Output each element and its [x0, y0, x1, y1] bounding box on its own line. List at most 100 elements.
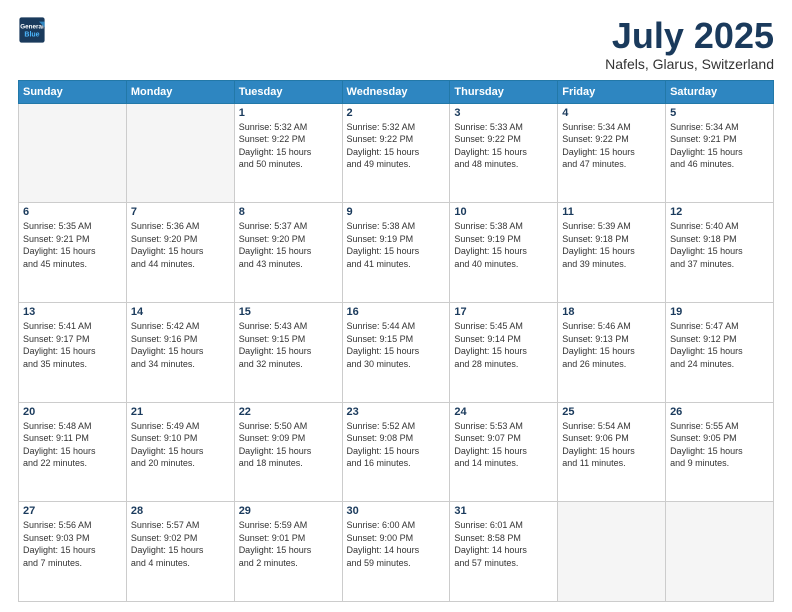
day-number: 13	[23, 306, 122, 318]
logo-icon: General Blue	[18, 16, 46, 44]
day-info: Sunrise: 5:54 AM Sunset: 9:06 PM Dayligh…	[562, 420, 661, 470]
day-number: 1	[239, 107, 338, 119]
day-number: 7	[131, 206, 230, 218]
day-info: Sunrise: 5:41 AM Sunset: 9:17 PM Dayligh…	[23, 320, 122, 370]
day-info: Sunrise: 5:40 AM Sunset: 9:18 PM Dayligh…	[670, 220, 769, 270]
calendar-cell: 9 Sunrise: 5:38 AM Sunset: 9:19 PM Daylig…	[342, 203, 450, 303]
day-info: Sunrise: 5:48 AM Sunset: 9:11 PM Dayligh…	[23, 420, 122, 470]
day-number: 11	[562, 206, 661, 218]
day-info: Sunrise: 6:00 AM Sunset: 9:00 PM Dayligh…	[347, 519, 446, 569]
day-info: Sunrise: 5:49 AM Sunset: 9:10 PM Dayligh…	[131, 420, 230, 470]
calendar-cell: 27 Sunrise: 5:56 AM Sunset: 9:03 PM Dayli…	[19, 502, 127, 602]
calendar-cell: 15Sunrise: 5:43 AM Sunset: 9:15 PM Dayli…	[234, 302, 342, 402]
day-info: Sunrise: 6:01 AM Sunset: 8:58 PM Dayligh…	[454, 519, 553, 569]
calendar-cell: 26 Sunrise: 5:55 AM Sunset: 9:05 PM Dayli…	[666, 402, 774, 502]
day-info: Sunrise: 5:50 AM Sunset: 9:09 PM Dayligh…	[239, 420, 338, 470]
title-block: July 2025 Nafels, Glarus, Switzerland	[605, 16, 774, 72]
calendar-cell: 7Sunrise: 5:36 AM Sunset: 9:20 PM Daylig…	[126, 203, 234, 303]
day-info: Sunrise: 5:39 AM Sunset: 9:18 PM Dayligh…	[562, 220, 661, 270]
header: General Blue July 2025 Nafels, Glarus, S…	[18, 16, 774, 72]
calendar-cell: 12 Sunrise: 5:40 AM Sunset: 9:18 PM Dayli…	[666, 203, 774, 303]
day-number: 28	[131, 505, 230, 517]
day-number: 30	[347, 505, 446, 517]
calendar-header-tuesday: Tuesday	[234, 80, 342, 103]
calendar-cell: 1 Sunrise: 5:32 AM Sunset: 9:22 PM Daylig…	[234, 103, 342, 203]
calendar-cell: 31Sunrise: 6:01 AM Sunset: 8:58 PM Dayli…	[450, 502, 558, 602]
location: Nafels, Glarus, Switzerland	[605, 56, 774, 72]
day-number: 2	[347, 107, 446, 119]
calendar-cell: 3 Sunrise: 5:33 AM Sunset: 9:22 PM Daylig…	[450, 103, 558, 203]
calendar-cell: 10 Sunrise: 5:38 AM Sunset: 9:19 PM Dayli…	[450, 203, 558, 303]
calendar-cell: 19 Sunrise: 5:47 AM Sunset: 9:12 PM Dayli…	[666, 302, 774, 402]
day-number: 3	[454, 107, 553, 119]
day-number: 8	[239, 206, 338, 218]
calendar-cell	[666, 502, 774, 602]
calendar-cell: 5 Sunrise: 5:34 AM Sunset: 9:21 PM Daylig…	[666, 103, 774, 203]
day-number: 21	[131, 406, 230, 418]
day-info: Sunrise: 5:59 AM Sunset: 9:01 PM Dayligh…	[239, 519, 338, 569]
day-number: 10	[454, 206, 553, 218]
day-info: Sunrise: 5:37 AM Sunset: 9:20 PM Dayligh…	[239, 220, 338, 270]
calendar-cell: 4Sunrise: 5:34 AM Sunset: 9:22 PM Daylig…	[558, 103, 666, 203]
calendar-cell: 23Sunrise: 5:52 AM Sunset: 9:08 PM Dayli…	[342, 402, 450, 502]
day-info: Sunrise: 5:38 AM Sunset: 9:19 PM Dayligh…	[454, 220, 553, 270]
calendar-header-saturday: Saturday	[666, 80, 774, 103]
calendar-cell: 2 Sunrise: 5:32 AM Sunset: 9:22 PM Daylig…	[342, 103, 450, 203]
svg-text:General: General	[20, 24, 44, 31]
day-info: Sunrise: 5:38 AM Sunset: 9:19 PM Dayligh…	[347, 220, 446, 270]
calendar-cell: 29 Sunrise: 5:59 AM Sunset: 9:01 PM Dayli…	[234, 502, 342, 602]
day-number: 16	[347, 306, 446, 318]
calendar-cell: 18Sunrise: 5:46 AM Sunset: 9:13 PM Dayli…	[558, 302, 666, 402]
calendar-header-sunday: Sunday	[19, 80, 127, 103]
day-info: Sunrise: 5:56 AM Sunset: 9:03 PM Dayligh…	[23, 519, 122, 569]
calendar-cell	[558, 502, 666, 602]
calendar-cell: 6Sunrise: 5:35 AM Sunset: 9:21 PM Daylig…	[19, 203, 127, 303]
day-number: 22	[239, 406, 338, 418]
calendar-header-friday: Friday	[558, 80, 666, 103]
calendar-header-monday: Monday	[126, 80, 234, 103]
day-number: 24	[454, 406, 553, 418]
calendar-cell: 20Sunrise: 5:48 AM Sunset: 9:11 PM Dayli…	[19, 402, 127, 502]
day-number: 19	[670, 306, 769, 318]
calendar-cell: 11 Sunrise: 5:39 AM Sunset: 9:18 PM Dayli…	[558, 203, 666, 303]
day-number: 5	[670, 107, 769, 119]
day-number: 6	[23, 206, 122, 218]
day-info: Sunrise: 5:32 AM Sunset: 9:22 PM Dayligh…	[347, 121, 446, 171]
calendar-cell: 28 Sunrise: 5:57 AM Sunset: 9:02 PM Dayli…	[126, 502, 234, 602]
day-number: 4	[562, 107, 661, 119]
day-number: 29	[239, 505, 338, 517]
calendar-cell	[126, 103, 234, 203]
day-info: Sunrise: 5:32 AM Sunset: 9:22 PM Dayligh…	[239, 121, 338, 171]
day-info: Sunrise: 5:44 AM Sunset: 9:15 PM Dayligh…	[347, 320, 446, 370]
day-number: 14	[131, 306, 230, 318]
calendar-cell: 21 Sunrise: 5:49 AM Sunset: 9:10 PM Dayli…	[126, 402, 234, 502]
day-info: Sunrise: 5:47 AM Sunset: 9:12 PM Dayligh…	[670, 320, 769, 370]
calendar-cell: 8 Sunrise: 5:37 AM Sunset: 9:20 PM Daylig…	[234, 203, 342, 303]
calendar-header-row: SundayMondayTuesdayWednesdayThursdayFrid…	[19, 80, 774, 103]
day-number: 17	[454, 306, 553, 318]
day-info: Sunrise: 5:55 AM Sunset: 9:05 PM Dayligh…	[670, 420, 769, 470]
calendar-week-1: 6Sunrise: 5:35 AM Sunset: 9:21 PM Daylig…	[19, 203, 774, 303]
day-info: Sunrise: 5:52 AM Sunset: 9:08 PM Dayligh…	[347, 420, 446, 470]
calendar-week-2: 13 Sunrise: 5:41 AM Sunset: 9:17 PM Dayli…	[19, 302, 774, 402]
day-info: Sunrise: 5:34 AM Sunset: 9:21 PM Dayligh…	[670, 121, 769, 171]
calendar-week-3: 20Sunrise: 5:48 AM Sunset: 9:11 PM Dayli…	[19, 402, 774, 502]
day-number: 26	[670, 406, 769, 418]
calendar-week-0: 1 Sunrise: 5:32 AM Sunset: 9:22 PM Daylig…	[19, 103, 774, 203]
day-number: 27	[23, 505, 122, 517]
calendar-cell: 16 Sunrise: 5:44 AM Sunset: 9:15 PM Dayli…	[342, 302, 450, 402]
day-info: Sunrise: 5:33 AM Sunset: 9:22 PM Dayligh…	[454, 121, 553, 171]
day-info: Sunrise: 5:57 AM Sunset: 9:02 PM Dayligh…	[131, 519, 230, 569]
calendar-header-wednesday: Wednesday	[342, 80, 450, 103]
day-number: 12	[670, 206, 769, 218]
day-info: Sunrise: 5:42 AM Sunset: 9:16 PM Dayligh…	[131, 320, 230, 370]
calendar-cell: 25Sunrise: 5:54 AM Sunset: 9:06 PM Dayli…	[558, 402, 666, 502]
svg-text:Blue: Blue	[24, 31, 39, 38]
calendar-cell: 30 Sunrise: 6:00 AM Sunset: 9:00 PM Dayli…	[342, 502, 450, 602]
calendar-cell	[19, 103, 127, 203]
calendar-cell: 14 Sunrise: 5:42 AM Sunset: 9:16 PM Dayli…	[126, 302, 234, 402]
calendar-week-4: 27 Sunrise: 5:56 AM Sunset: 9:03 PM Dayli…	[19, 502, 774, 602]
day-number: 18	[562, 306, 661, 318]
day-number: 9	[347, 206, 446, 218]
calendar-cell: 17Sunrise: 5:45 AM Sunset: 9:14 PM Dayli…	[450, 302, 558, 402]
